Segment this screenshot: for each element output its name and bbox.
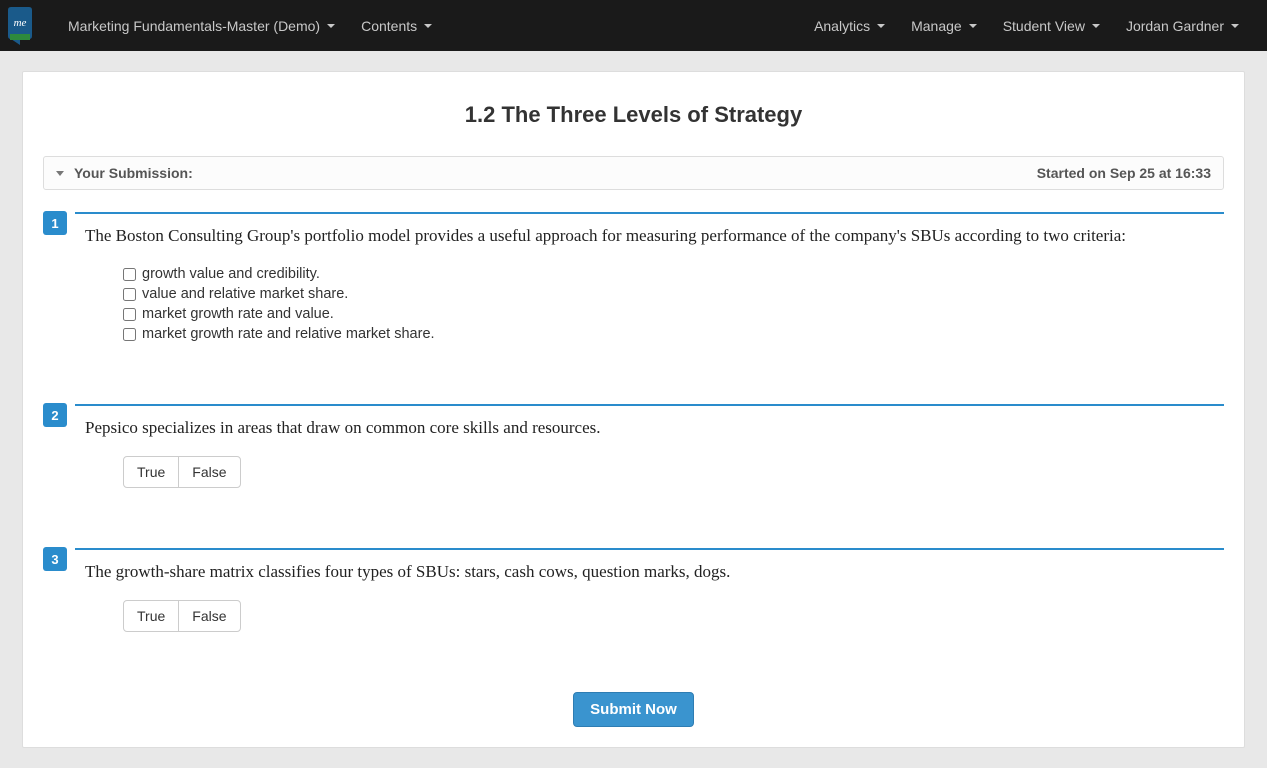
submit-row: Submit Now [43, 692, 1224, 727]
top-navbar: me Marketing Fundamentals-Master (Demo) … [0, 0, 1267, 51]
caret-down-icon [327, 24, 335, 28]
page-card: 1.2 The Three Levels of Strategy Your Su… [22, 71, 1245, 748]
nav-contents-label: Contents [361, 18, 417, 34]
true-button[interactable]: True [123, 456, 179, 488]
option-checkbox[interactable] [123, 308, 136, 321]
option-row[interactable]: market growth rate and value. [123, 304, 1224, 324]
question-options: growth value and credibility. value and … [123, 264, 1224, 344]
option-label: market growth rate and value. [142, 306, 334, 322]
nav-analytics[interactable]: Analytics [801, 3, 898, 49]
question-number: 1 [43, 211, 67, 235]
caret-down-icon [969, 24, 977, 28]
true-false-group: True False [123, 600, 241, 632]
nav-contents[interactable]: Contents [348, 3, 445, 49]
option-row[interactable]: growth value and credibility. [123, 264, 1224, 284]
option-label: value and relative market share. [142, 286, 348, 302]
submit-button[interactable]: Submit Now [573, 692, 694, 727]
option-row[interactable]: market growth rate and relative market s… [123, 324, 1224, 344]
nav-manage[interactable]: Manage [898, 3, 990, 49]
page-wrap: 1.2 The Three Levels of Strategy Your Su… [0, 51, 1267, 768]
caret-down-icon [1231, 24, 1239, 28]
option-label: market growth rate and relative market s… [142, 326, 435, 342]
submission-label: Your Submission: [74, 165, 193, 181]
nav-student-view[interactable]: Student View [990, 3, 1113, 49]
question-number: 3 [43, 547, 67, 571]
question-text: Pepsico specializes in areas that draw o… [85, 418, 1224, 438]
option-checkbox[interactable] [123, 328, 136, 341]
submission-toggle-icon[interactable] [56, 171, 64, 176]
option-checkbox[interactable] [123, 268, 136, 281]
question-text: The Boston Consulting Group's portfolio … [85, 226, 1224, 246]
nav-user-name: Jordan Gardner [1126, 18, 1224, 34]
caret-down-icon [877, 24, 885, 28]
svg-text:me: me [14, 17, 27, 29]
question-rule: The Boston Consulting Group's portfolio … [75, 212, 1224, 344]
nav-manage-label: Manage [911, 18, 962, 34]
false-button[interactable]: False [178, 456, 240, 488]
true-button[interactable]: True [123, 600, 179, 632]
caret-down-icon [1092, 24, 1100, 28]
question-block: 1 The Boston Consulting Group's portfoli… [65, 212, 1224, 344]
nav-course-title-label: Marketing Fundamentals-Master (Demo) [68, 18, 320, 34]
page-title: 1.2 The Three Levels of Strategy [43, 102, 1224, 128]
submission-bar: Your Submission: Started on Sep 25 at 16… [43, 156, 1224, 190]
true-false-group: True False [123, 456, 241, 488]
nav-student-view-label: Student View [1003, 18, 1085, 34]
false-button[interactable]: False [178, 600, 240, 632]
question-block: 3 The growth-share matrix classifies fou… [65, 548, 1224, 632]
nav-user-menu[interactable]: Jordan Gardner [1113, 3, 1252, 49]
nav-analytics-label: Analytics [814, 18, 870, 34]
question-rule: The growth-share matrix classifies four … [75, 548, 1224, 632]
nav-course-title[interactable]: Marketing Fundamentals-Master (Demo) [55, 3, 348, 49]
submission-timestamp: Started on Sep 25 at 16:33 [1037, 165, 1211, 181]
option-label: growth value and credibility. [142, 266, 320, 282]
caret-down-icon [424, 24, 432, 28]
app-logo[interactable]: me [0, 0, 40, 51]
question-rule: Pepsico specializes in areas that draw o… [75, 404, 1224, 488]
question-text: The growth-share matrix classifies four … [85, 562, 1224, 582]
option-checkbox[interactable] [123, 288, 136, 301]
question-block: 2 Pepsico specializes in areas that draw… [65, 404, 1224, 488]
question-number: 2 [43, 403, 67, 427]
option-row[interactable]: value and relative market share. [123, 284, 1224, 304]
logo-icon: me [4, 6, 36, 46]
